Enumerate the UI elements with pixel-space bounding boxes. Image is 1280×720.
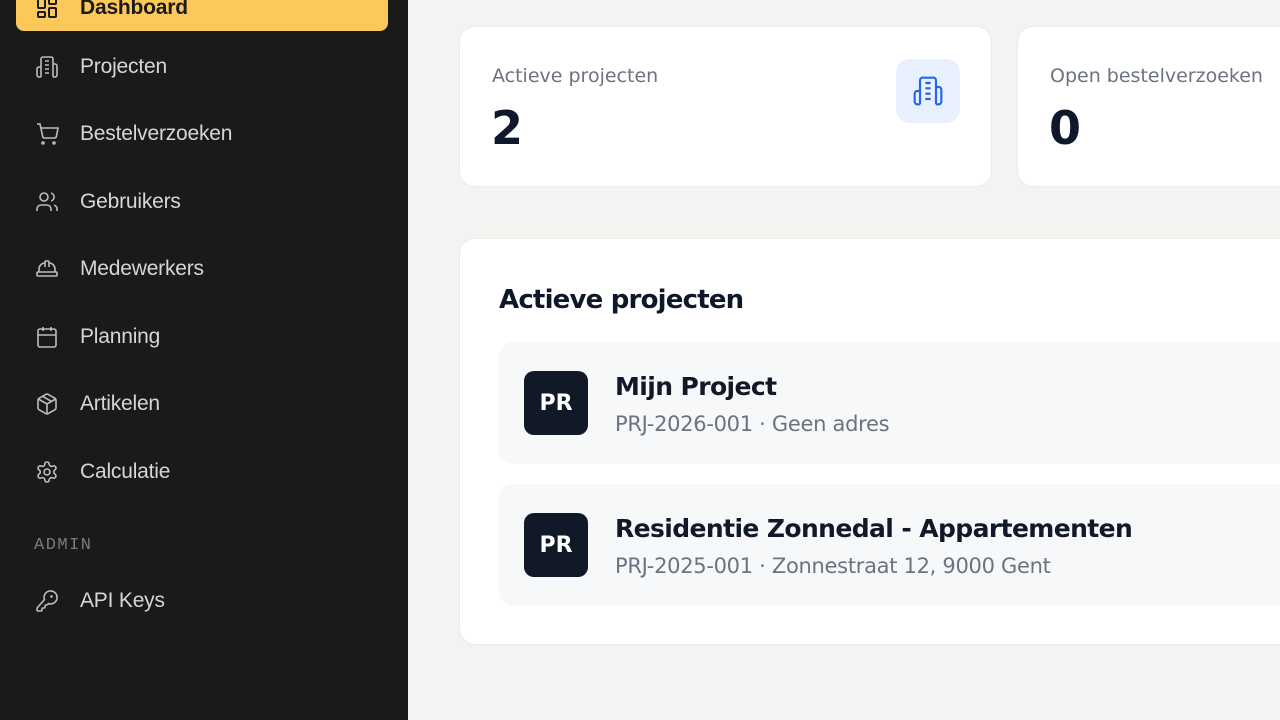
building-icon [896,59,960,123]
sidebar-item-api-keys[interactable]: API Keys [16,578,388,624]
main-content: Actieve projecten 2 Open bestelverzoeken… [408,0,1280,720]
key-icon [34,588,60,614]
sidebar-item-projecten[interactable]: Projecten [16,44,388,90]
sidebar-item-label: Calculatie [80,460,171,483]
project-meta: PRJ-2025-001 · Zonnestraat 12, 9000 Gent [615,554,1051,578]
building-icon [34,54,60,80]
project-avatar: PR [524,513,588,577]
sidebar-item-dashboard[interactable]: Dashboard [16,0,388,31]
cart-icon [34,121,60,147]
project-name: Mijn Project [615,372,777,401]
hard-hat-icon [34,256,60,282]
sidebar-item-calculatie[interactable]: Calculatie [16,449,388,495]
sidebar-item-label: Artikelen [80,392,160,415]
sidebar-item-planning[interactable]: Planning [16,314,388,360]
sidebar-item-label: Medewerkers [80,257,204,280]
sidebar-item-bestelverzoeken[interactable]: Bestelverzoeken [16,111,388,157]
dashboard-icon [34,0,60,21]
sidebar-item-label: Bestelverzoeken [80,122,233,145]
sidebar-item-medewerkers[interactable]: Medewerkers [16,246,388,292]
package-icon [34,391,60,417]
project-meta: PRJ-2026-001 · Geen adres [615,412,890,436]
active-projects-card: Actieve projecten PR Mijn Project PRJ-20… [459,238,1280,645]
project-list-item[interactable]: PR Residentie Zonnedal - Appartementen P… [499,484,1280,606]
section-title: Actieve projecten [499,285,744,315]
sidebar-item-label: Dashboard [80,0,188,19]
users-icon [34,189,60,215]
stat-title: Actieve projecten [492,65,659,87]
stat-card-active-projects[interactable]: Actieve projecten 2 [459,26,992,187]
sidebar-item-gebruikers[interactable]: Gebruikers [16,179,388,225]
stat-card-open-orders[interactable]: Open bestelverzoeken 0 [1017,26,1280,187]
sidebar-item-artikelen[interactable]: Artikelen [16,381,388,427]
sidebar-item-label: Projecten [80,55,167,78]
stat-value: 0 [1049,101,1082,155]
sidebar-item-label: Gebruikers [80,190,181,213]
project-avatar: PR [524,371,588,435]
project-name: Residentie Zonnedal - Appartementen [615,514,1133,543]
sidebar: Dashboard Projecten Bestelverzoeken Gebr… [0,0,408,720]
sidebar-item-label: API Keys [80,589,165,612]
sidebar-item-label: Planning [80,325,161,348]
calendar-icon [34,324,60,350]
stat-value: 2 [491,101,524,155]
project-list-item[interactable]: PR Mijn Project PRJ-2026-001 · Geen adre… [499,342,1280,464]
stat-title: Open bestelverzoeken [1050,65,1263,87]
gear-icon [34,459,60,485]
admin-section-label: ADMIN [34,536,93,555]
